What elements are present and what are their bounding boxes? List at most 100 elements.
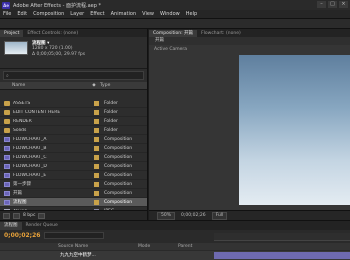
label-color-swatch[interactable] [94, 172, 99, 178]
new-folder-button[interactable] [13, 212, 20, 219]
composition-icon [4, 190, 10, 196]
menu-animation[interactable]: Animation [108, 11, 140, 17]
project-item-type: Folder [104, 118, 118, 124]
project-item-row[interactable]: FLOWCHART_E Composition [0, 171, 147, 180]
composition-icon [4, 199, 10, 205]
project-item-row[interactable]: ASSETS Folder [0, 99, 147, 108]
folder-icon [4, 100, 10, 106]
label-color-swatch[interactable] [94, 199, 99, 205]
label-color-swatch[interactable] [94, 127, 99, 133]
timeline-column-header: Source Name Mode Parent [0, 243, 350, 250]
composition-tabs: Composition: 开篇 Flowchart: (none) [149, 29, 350, 37]
menu-file[interactable]: File [0, 11, 14, 17]
label-color-swatch[interactable] [94, 190, 99, 196]
menu-help[interactable]: Help [183, 11, 200, 17]
composition-icon [4, 154, 10, 160]
project-item-type: Composition [104, 181, 133, 187]
tab-project[interactable]: Project [0, 30, 24, 37]
project-item-name: EDIT CONTENT HERE [13, 109, 61, 115]
maximize-button[interactable]: □ [328, 1, 337, 8]
close-button[interactable]: × [339, 1, 348, 8]
composition-breadcrumb[interactable]: 开篇 [149, 37, 350, 45]
menu-composition[interactable]: Composition [30, 11, 67, 17]
project-item-row[interactable]: FLOWCHART_B Composition [0, 144, 147, 153]
project-item-row[interactable]: 第一步骤 Composition [0, 180, 147, 189]
project-item-list: ASSETS Folder EDIT CONTENT HERE Folder RENDE… [0, 99, 147, 225]
timeline-search-input[interactable] [44, 232, 104, 239]
composition-icon [4, 181, 10, 187]
composition-footer: 50% 0;00;02;26 Full [149, 210, 350, 220]
project-item-row[interactable]: FLOWCHART_D Composition [0, 162, 147, 171]
timeline-panel: 流程图 Render Queue 0;00;02;26 Source Name … [0, 220, 350, 260]
project-item-row[interactable]: FLOWCHART_C Composition [0, 153, 147, 162]
menu-edit[interactable]: Edit [14, 11, 30, 17]
project-item-row[interactable]: EDIT CONTENT HERE Folder [0, 108, 147, 117]
search-icon: ⌕ [6, 73, 9, 79]
column-mode[interactable]: Mode [138, 243, 178, 250]
column-name[interactable]: Name [0, 83, 90, 88]
label-color-swatch[interactable] [94, 100, 99, 106]
project-panel: Project Effect Controls: (none) 流程图 ▾ 12… [0, 29, 148, 225]
composition-icon [4, 145, 10, 151]
title-bar: Ae Adobe After Effects - 面护流程.aep * – □ … [0, 0, 350, 10]
project-item-row[interactable]: FLOWCHART_A Composition [0, 135, 147, 144]
label-color-swatch[interactable] [94, 118, 99, 124]
current-time-display[interactable]: 0;00;02;26 [181, 213, 206, 218]
folder-icon [4, 118, 10, 124]
label-color-swatch[interactable] [94, 154, 99, 160]
label-color-swatch[interactable] [94, 109, 99, 115]
column-parent[interactable]: Parent [178, 243, 192, 250]
project-panel-tabs: Project Effect Controls: (none) [0, 29, 147, 37]
project-item-row[interactable]: 流程图 Composition [0, 198, 147, 207]
tab-render-queue[interactable]: Render Queue [22, 222, 62, 230]
tab-timeline-comp[interactable]: 流程图 [0, 222, 22, 230]
project-item-type: Folder [104, 127, 118, 133]
layer-name[interactable]: 九九九空中鹤梦... [60, 251, 96, 260]
label-color-swatch[interactable] [94, 163, 99, 169]
interpret-footage-button[interactable] [3, 212, 10, 219]
project-item-row[interactable]: RENDER Folder [0, 117, 147, 126]
composition-icon [4, 172, 10, 178]
menu-view[interactable]: View [139, 11, 157, 17]
tab-composition[interactable]: Composition: 开篇 [149, 30, 198, 37]
project-item-type: Composition [104, 163, 133, 169]
minimize-button[interactable]: – [317, 1, 326, 8]
folder-icon [4, 127, 10, 133]
column-source-name[interactable]: Source Name [58, 243, 138, 250]
project-search-input[interactable]: ⌕ [3, 71, 144, 80]
timeline-layer-row[interactable]: 九九九空中鹤梦... [0, 251, 350, 260]
time-ruler[interactable] [214, 233, 350, 241]
tab-flowchart[interactable]: Flowchart: (none) [197, 30, 245, 37]
label-column-icon[interactable]: ◆ [90, 83, 98, 88]
project-item-name: 开篇 [13, 191, 22, 196]
menu-window[interactable]: Window [157, 11, 183, 17]
label-color-swatch[interactable] [94, 136, 99, 142]
project-item-name: Solids [13, 127, 27, 133]
composition-viewer[interactable] [239, 55, 350, 205]
tab-effect-controls[interactable]: Effect Controls: (none) [23, 30, 82, 37]
project-item-name: FLOWCHART_E [13, 172, 47, 178]
tools-bar [0, 19, 350, 29]
column-type[interactable]: Type [98, 83, 138, 88]
menu-layer[interactable]: Layer [67, 11, 87, 17]
folder-icon [4, 109, 10, 115]
label-color-swatch[interactable] [94, 181, 99, 187]
layer-duration-bar[interactable] [214, 252, 350, 259]
menu-effect[interactable]: Effect [87, 11, 107, 17]
project-item-type: Composition [104, 190, 133, 196]
window-title: Adobe After Effects - 面护流程.aep * [13, 2, 101, 9]
window-controls: – □ × [317, 1, 348, 8]
project-item-row[interactable]: Solids Folder [0, 126, 147, 135]
timeline-tabs: 流程图 Render Queue [0, 221, 350, 230]
resolution-dropdown[interactable]: Full [211, 211, 228, 220]
preview-duration: Δ 0;00;05;00, 29.97 fps [32, 52, 86, 57]
active-camera-label: Active Camera [154, 47, 188, 52]
project-item-row[interactable]: 开篇 Composition [0, 189, 147, 198]
magnification-dropdown[interactable]: 50% [157, 211, 176, 220]
composition-thumbnail [4, 41, 28, 55]
timeline-current-time[interactable]: 0;00;02;26 [4, 232, 40, 239]
project-item-name: 流程图 [13, 200, 27, 205]
label-color-swatch[interactable] [94, 145, 99, 151]
trash-icon[interactable] [38, 212, 46, 219]
bit-depth-label[interactable]: 8 bpc [23, 213, 35, 218]
